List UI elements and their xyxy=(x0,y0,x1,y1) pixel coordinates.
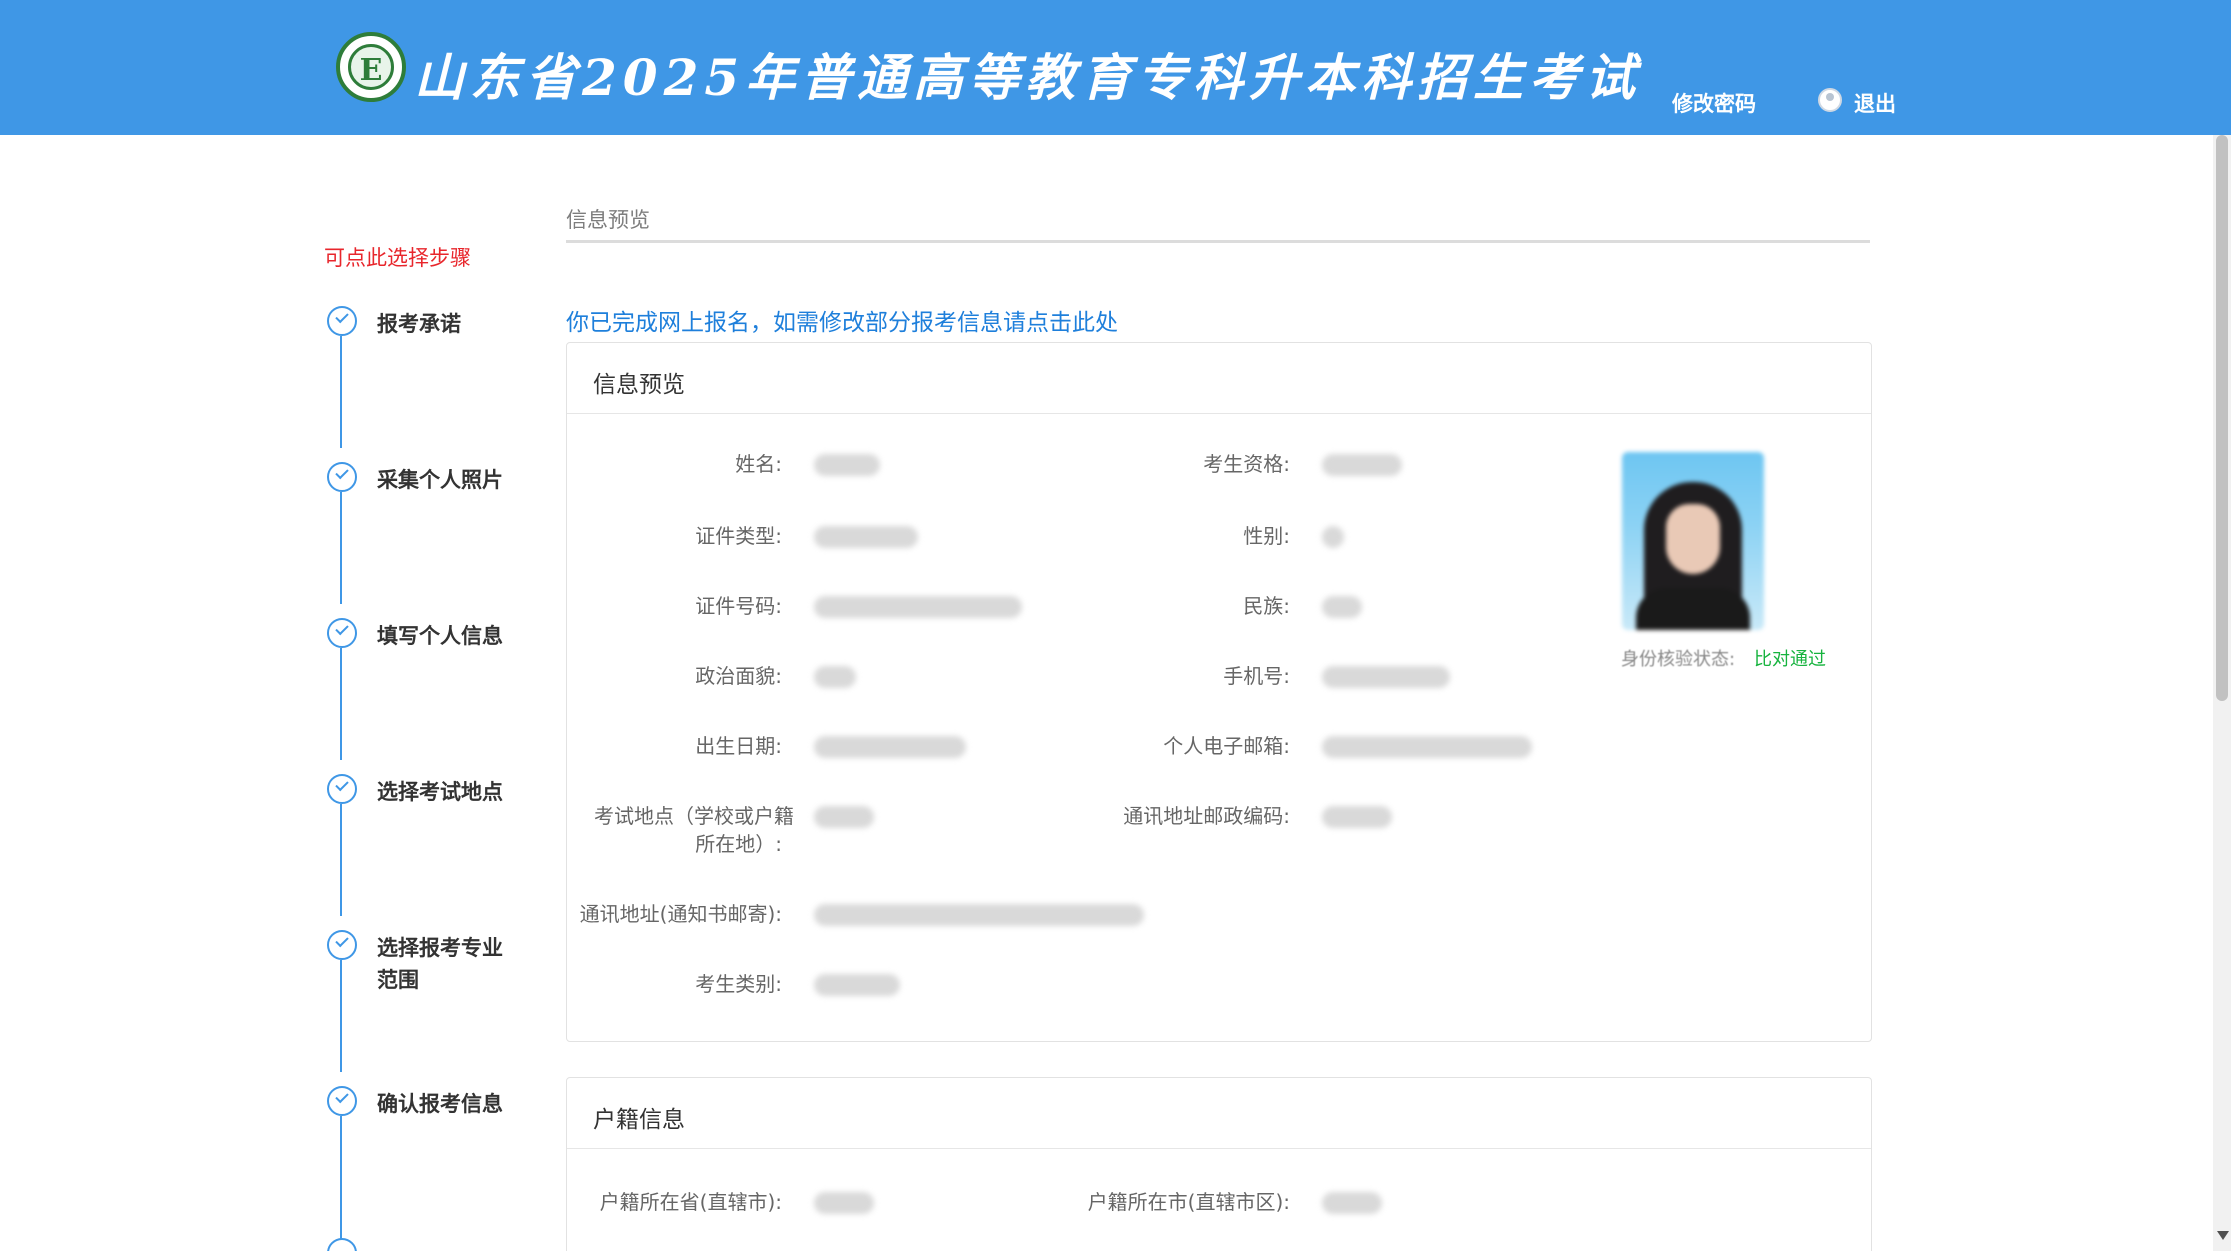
value-political-status xyxy=(814,666,856,688)
label-household-province: 户籍所在省(直辖市): xyxy=(599,1190,782,1214)
panel-divider xyxy=(567,413,1871,414)
label-phone: 手机号: xyxy=(1223,664,1290,688)
step-label: 报考承诺 xyxy=(377,312,461,336)
panel-title: 户籍信息 xyxy=(593,1107,685,1133)
check-circle-icon xyxy=(327,774,357,804)
section-divider xyxy=(566,240,1870,243)
exam-logo: E xyxy=(336,32,406,102)
user-avatar-icon xyxy=(1818,88,1842,112)
label-qualification: 考生资格: xyxy=(1203,452,1290,476)
label-id-type: 证件类型: xyxy=(695,524,782,548)
value-household-province xyxy=(814,1192,874,1214)
label-ethnicity: 民族: xyxy=(1243,594,1290,618)
label-postal-code: 通讯地址邮政编码: xyxy=(1123,804,1290,828)
value-candidate-category xyxy=(814,974,900,996)
step-connector xyxy=(340,492,342,604)
step-connector xyxy=(340,336,342,448)
id-verify-label: 身份核验状态: xyxy=(1621,649,1736,670)
step-label: 选择报考专业范围 xyxy=(377,936,503,992)
step-connector xyxy=(340,804,342,916)
check-circle-icon xyxy=(327,306,357,336)
label-exam-location-line1: 考试地点（学校或户籍 xyxy=(594,804,794,828)
household-panel: 户籍信息 xyxy=(566,1077,1872,1251)
value-phone xyxy=(1322,666,1450,688)
step-label: 确认报考信息 xyxy=(377,1092,503,1116)
scroll-down-arrow-icon[interactable] xyxy=(2217,1231,2229,1240)
check-circle-icon xyxy=(327,462,357,492)
info-preview-panel: 信息预览 xyxy=(566,342,1872,1042)
value-id-type xyxy=(814,526,918,548)
value-gender xyxy=(1322,526,1344,548)
candidate-photo xyxy=(1622,452,1764,630)
change-password-link[interactable]: 修改密码 xyxy=(1672,88,1756,118)
section-title: 信息预览 xyxy=(566,208,650,232)
step-connector xyxy=(340,648,342,760)
logo-letter: E xyxy=(359,53,383,88)
step-connector xyxy=(340,960,342,1072)
scroll-thumb[interactable] xyxy=(2216,135,2228,701)
page: E 山东省2025年普通高等教育专科升本科招生考试 修改密码 退出 可点此选择步… xyxy=(0,0,2231,1251)
logo-emblem-icon: E xyxy=(348,44,394,90)
step-label: 采集个人照片 xyxy=(377,468,503,492)
panel-divider xyxy=(567,1148,1871,1149)
label-exam-location-line2: 所在地）: xyxy=(695,832,782,856)
value-ethnicity xyxy=(1322,596,1362,618)
label-id-number: 证件号码: xyxy=(695,594,782,618)
value-household-city xyxy=(1322,1192,1382,1214)
label-political-status: 政治面貌: xyxy=(695,664,782,688)
value-name xyxy=(814,454,880,476)
label-mailing-address: 通讯地址(通知书邮寄): xyxy=(579,902,782,926)
step-connector xyxy=(340,1116,342,1251)
site-title: 山东省2025年普通高等教育专科升本科招生考试 xyxy=(414,48,1642,107)
logout-label: 退出 xyxy=(1854,92,1896,116)
value-postal-code xyxy=(1322,806,1392,828)
id-verify-status: 比对通过 xyxy=(1754,649,1826,670)
value-exam-location xyxy=(814,806,874,828)
check-circle-icon xyxy=(327,1238,357,1251)
modify-info-link[interactable]: 你已完成网上报名，如需修改部分报考信息请点击此处 xyxy=(566,303,1118,337)
top-banner: E 山东省2025年普通高等教育专科升本科招生考试 修改密码 退出 xyxy=(0,0,2231,135)
label-name: 姓名: xyxy=(735,452,782,476)
check-circle-icon xyxy=(327,930,357,960)
label-email: 个人电子邮箱: xyxy=(1163,734,1290,758)
label-candidate-category: 考生类别: xyxy=(695,972,782,996)
step-hint: 可点此选择步骤 xyxy=(324,246,471,270)
value-mailing-address xyxy=(814,904,1144,926)
value-id-number xyxy=(814,596,1022,618)
label-birth-date: 出生日期: xyxy=(695,734,782,758)
vertical-scrollbar[interactable] xyxy=(2213,135,2231,1251)
panel-title: 信息预览 xyxy=(593,372,685,398)
check-circle-icon xyxy=(327,1086,357,1116)
step-label: 选择考试地点 xyxy=(377,780,503,804)
check-circle-icon xyxy=(327,618,357,648)
value-birth-date xyxy=(814,736,966,758)
value-email xyxy=(1322,736,1532,758)
label-gender: 性别: xyxy=(1243,524,1290,548)
label-household-city: 户籍所在市(直辖市区): xyxy=(1087,1190,1290,1214)
step-label: 填写个人信息 xyxy=(377,624,503,648)
value-qualification xyxy=(1322,454,1402,476)
